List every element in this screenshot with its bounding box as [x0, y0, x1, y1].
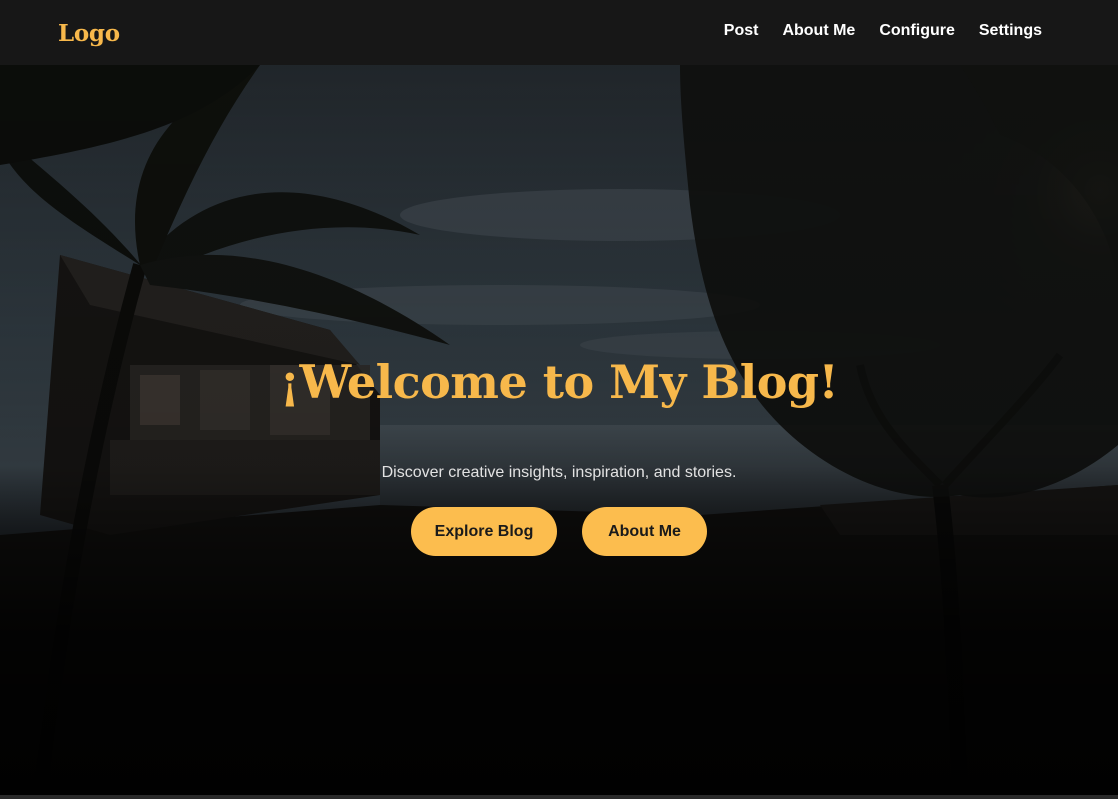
nav-item-post[interactable]: Post	[724, 22, 759, 40]
site-logo[interactable]: Logo	[58, 20, 120, 47]
hero-buttons: Explore Blog About Me	[0, 507, 1118, 556]
hero-content: ¡Welcome to My Blog! Discover creative i…	[0, 65, 1118, 795]
hero-subtitle: Discover creative insights, inspiration,…	[381, 464, 737, 481]
nav-links: Post About Me Configure Settings	[724, 22, 1042, 40]
nav-item-configure[interactable]: Configure	[879, 22, 955, 40]
nav-item-settings[interactable]: Settings	[979, 22, 1042, 40]
hero-section: ¡Welcome to My Blog! Discover creative i…	[0, 65, 1118, 795]
page-bottom-edge	[0, 795, 1118, 799]
about-me-button[interactable]: About Me	[582, 507, 707, 556]
hero-title: ¡Welcome to My Blog!	[279, 355, 839, 409]
explore-blog-button[interactable]: Explore Blog	[411, 507, 557, 556]
navbar: Logo Post About Me Configure Settings	[0, 0, 1118, 65]
nav-item-about-me[interactable]: About Me	[782, 22, 855, 40]
